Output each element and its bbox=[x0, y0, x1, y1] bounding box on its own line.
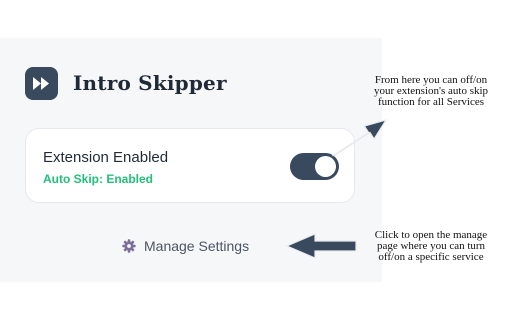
app-header: Intro Skipper bbox=[25, 66, 227, 100]
fast-forward-icon bbox=[25, 66, 58, 100]
extension-status-card: Extension Enabled Auto Skip: Enabled bbox=[25, 128, 355, 203]
app-title: Intro Skipper bbox=[73, 71, 227, 95]
annotation-line: off/on a specific service bbox=[378, 251, 484, 263]
manage-settings-label: Manage Settings bbox=[144, 238, 250, 254]
extension-status-title: Extension Enabled bbox=[43, 149, 169, 166]
gear-icon bbox=[122, 239, 136, 253]
auto-skip-status: Auto Skip: Enabled bbox=[43, 172, 154, 186]
extension-toggle[interactable] bbox=[290, 153, 339, 180]
annotation-toggle-note: From here you can off/on your extension'… bbox=[356, 75, 506, 108]
annotation-manage-note: Click to open the manage page where you … bbox=[357, 230, 505, 263]
annotation-line: function for all Services bbox=[378, 96, 484, 108]
manage-settings-button[interactable]: Manage Settings bbox=[122, 236, 249, 256]
toggle-knob bbox=[315, 156, 336, 177]
